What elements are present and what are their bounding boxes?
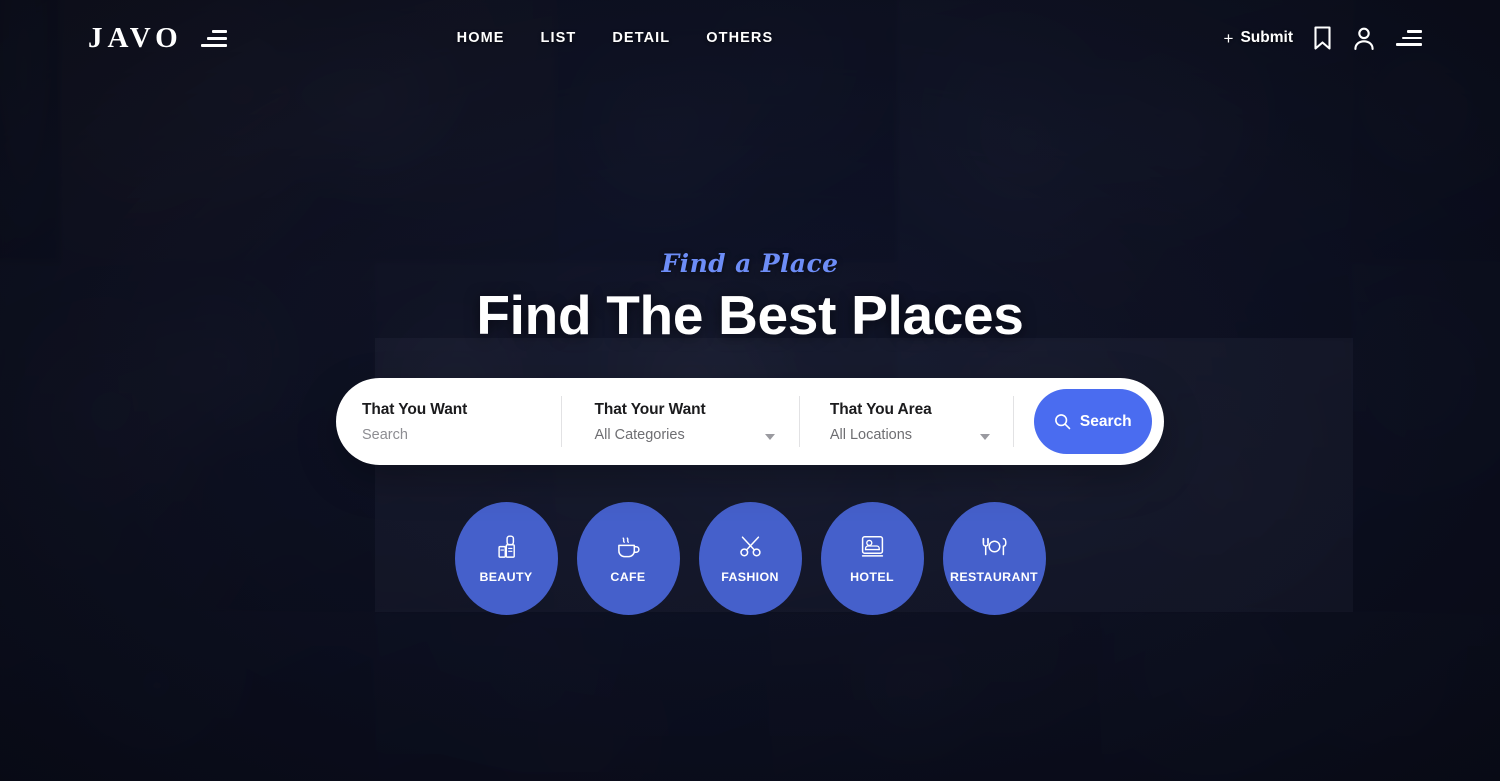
search-icon bbox=[1054, 414, 1071, 430]
chevron-down-icon[interactable] bbox=[764, 434, 775, 440]
category-list: BEAUTY CAFE FASHION HOTEL RESTAURANT bbox=[0, 502, 1500, 615]
submit-label: Submit bbox=[1240, 29, 1293, 46]
header-actions: + Submit bbox=[1224, 26, 1422, 51]
nav-item-others[interactable]: OTHERS bbox=[706, 30, 773, 46]
page-root: JAVO HOME LIST DETAIL OTHERS + Submit Fi… bbox=[0, 0, 1500, 781]
user-icon[interactable] bbox=[1352, 26, 1376, 51]
search-button-label: Search bbox=[1079, 412, 1132, 430]
nav-item-home[interactable]: HOME bbox=[457, 30, 505, 46]
category-restaurant[interactable]: RESTAURANT bbox=[942, 502, 1046, 615]
hamburger-icon[interactable] bbox=[200, 27, 227, 49]
search-location-field[interactable]: That You Area All Locations bbox=[798, 378, 1013, 465]
lipstick-icon bbox=[495, 534, 518, 560]
category-label: HOTEL bbox=[850, 569, 894, 584]
site-header: JAVO HOME LIST DETAIL OTHERS + Submit bbox=[0, 0, 1500, 76]
chevron-down-icon[interactable] bbox=[979, 434, 990, 440]
search-keyword-field[interactable]: That You Want bbox=[336, 378, 562, 465]
category-label: BEAUTY bbox=[479, 569, 533, 584]
category-label: FASHION bbox=[721, 569, 779, 584]
search-category-field[interactable]: That Your Want All Categories bbox=[561, 378, 798, 465]
main-navigation: HOME LIST DETAIL OTHERS bbox=[457, 30, 774, 46]
bookmark-icon[interactable] bbox=[1313, 26, 1332, 50]
hotel-bed-icon bbox=[860, 534, 885, 560]
category-fashion[interactable]: FASHION bbox=[698, 502, 802, 615]
scissors-icon bbox=[738, 534, 763, 560]
hero-eyebrow: Find a Place bbox=[661, 249, 839, 278]
search-card: That You Want That Your Want All Categor… bbox=[336, 378, 1164, 465]
plus-icon: + bbox=[1223, 28, 1234, 48]
search-divider bbox=[1012, 378, 1014, 465]
search-category-label: That Your Want bbox=[594, 400, 706, 418]
logo-text[interactable]: JAVO bbox=[88, 23, 183, 53]
category-beauty[interactable]: BEAUTY bbox=[454, 502, 558, 615]
hero-section: Find a Place Find The Best Places bbox=[0, 250, 1500, 345]
brand[interactable]: JAVO bbox=[88, 23, 227, 53]
menu-icon[interactable] bbox=[1396, 28, 1422, 48]
category-hotel[interactable]: HOTEL bbox=[820, 502, 924, 615]
category-label: CAFE bbox=[610, 569, 646, 584]
submit-button[interactable]: + Submit bbox=[1224, 29, 1293, 47]
coffee-cup-icon bbox=[615, 534, 642, 560]
nav-item-detail[interactable]: DETAIL bbox=[612, 30, 670, 46]
nav-item-list[interactable]: LIST bbox=[541, 30, 577, 46]
cutlery-icon bbox=[980, 534, 1009, 560]
search-button[interactable]: Search bbox=[1033, 389, 1152, 454]
page-title: Find The Best Places bbox=[476, 283, 1024, 346]
search-location-label: That You Area bbox=[829, 400, 932, 418]
category-cafe[interactable]: CAFE bbox=[576, 502, 680, 615]
search-input[interactable] bbox=[362, 426, 562, 443]
category-label: RESTAURANT bbox=[950, 569, 1038, 584]
search-keyword-label: That You Want bbox=[362, 400, 468, 418]
